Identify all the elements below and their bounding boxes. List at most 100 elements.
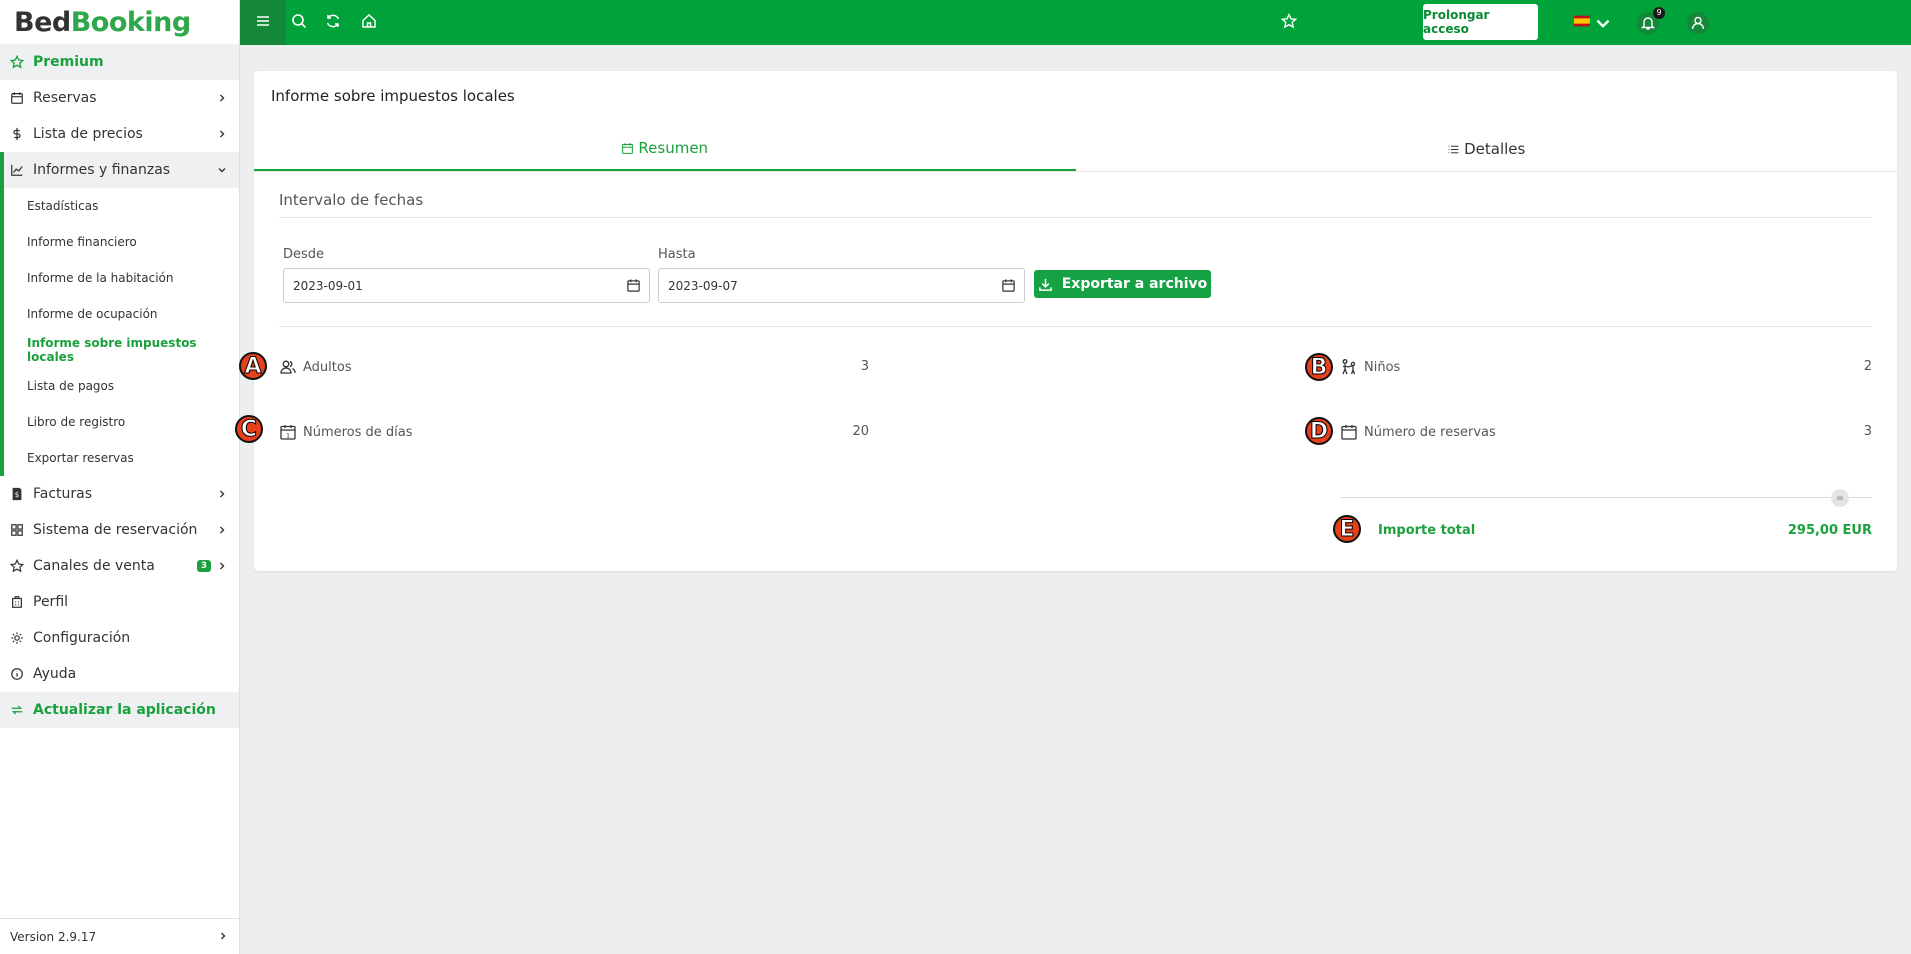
hamburger-icon: [255, 13, 271, 33]
sidebar-item-premium[interactable]: Premium: [0, 44, 239, 80]
sidebar-item-canales-venta[interactable]: Canales de venta 3: [0, 548, 239, 584]
to-label: Hasta: [658, 247, 696, 262]
marker-a: A: [239, 352, 267, 380]
from-date-field[interactable]: 2023-09-01: [283, 268, 650, 303]
total-amount-label: Importe total: [1378, 523, 1476, 538]
chevron-right-icon: [218, 930, 228, 944]
chevron-right-icon: [217, 489, 227, 499]
sidebar-item-informes[interactable]: Informes y finanzas: [0, 152, 239, 188]
dollar-icon: [9, 126, 25, 142]
chevron-right-icon: [217, 93, 227, 103]
chevron-down-icon: [1595, 15, 1611, 31]
divider: [279, 326, 1872, 327]
refresh-button[interactable]: [320, 0, 346, 45]
sidebar-subitem-exportar-reservas[interactable]: Exportar reservas: [0, 440, 239, 476]
calendar-icon[interactable]: [1001, 278, 1016, 293]
download-icon: [1038, 277, 1062, 292]
report-card: Informe sobre impuestos locales Resumen …: [254, 71, 1897, 571]
sidebar-subitem-informe-habitacion[interactable]: Informe de la habitación: [0, 260, 239, 296]
sidebar-item-facturas[interactable]: $ Facturas: [0, 476, 239, 512]
version-bar[interactable]: Version 2.9.17: [0, 918, 240, 954]
home-button[interactable]: [356, 0, 382, 45]
stat-children: Niños: [1340, 357, 1400, 377]
svg-text:1: 1: [286, 433, 290, 440]
equals-icon: =: [1831, 489, 1849, 507]
list-icon: [1447, 143, 1460, 156]
search-button[interactable]: [286, 0, 312, 45]
sidebar-item-sistema-reservacion[interactable]: Sistema de reservación: [0, 512, 239, 548]
marker-b: B: [1305, 353, 1333, 381]
stat-children-value: 2: [1863, 359, 1872, 374]
sidebar-item-reservas[interactable]: Reservas: [0, 80, 239, 116]
home-icon: [361, 13, 377, 33]
export-to-file-button[interactable]: Exportar a archivo: [1034, 270, 1211, 298]
calendar-day-icon: 1: [279, 423, 297, 441]
menu-toggle-button[interactable]: [240, 0, 286, 45]
stat-adults: Adultos: [279, 357, 352, 377]
to-date-field[interactable]: 2023-09-07: [658, 268, 1025, 303]
invoice-icon: $: [9, 486, 25, 502]
channels-count-badge: 3: [196, 560, 211, 572]
user-menu-button[interactable]: [1685, 0, 1711, 45]
bell-icon: 9: [1637, 6, 1665, 34]
refresh-icon: [325, 13, 341, 33]
report-tabs: Resumen Detalles: [254, 127, 1897, 172]
stat-adults-value: 3: [860, 359, 869, 374]
chart-icon: [9, 162, 25, 178]
sidebar-subitem-informe-financiero[interactable]: Informe financiero: [0, 224, 239, 260]
top-bar: Prolongar acceso 9: [240, 0, 1911, 45]
info-icon: [9, 666, 25, 682]
stat-days-value: 20: [852, 424, 869, 439]
notification-count-badge: 9: [1653, 6, 1665, 19]
notifications-button[interactable]: 9: [1635, 0, 1665, 45]
favorite-button[interactable]: [1276, 0, 1302, 45]
calendar-icon[interactable]: [626, 278, 641, 293]
sidebar-subitem-libro-registro[interactable]: Libro de registro: [0, 404, 239, 440]
star-icon: [1280, 12, 1298, 33]
prolong-access-button[interactable]: Prolongar acceso: [1423, 4, 1538, 40]
building-icon: [9, 594, 25, 610]
search-icon: [291, 13, 307, 33]
star-icon: [9, 558, 25, 574]
gear-icon: [9, 630, 25, 646]
language-selector[interactable]: [1572, 0, 1612, 45]
sidebar-item-perfil[interactable]: Perfil: [0, 584, 239, 620]
children-icon: [1340, 358, 1358, 376]
chevron-down-icon: [217, 165, 227, 175]
tab-detalles[interactable]: Detalles: [1076, 127, 1898, 171]
spain-flag-icon: [1573, 13, 1590, 33]
calendar-icon: [9, 90, 25, 106]
stat-bookings-value: 3: [1863, 424, 1872, 439]
sidebar-subitem-impuestos-locales[interactable]: Informe sobre impuestos locales: [0, 332, 239, 368]
divider: [279, 217, 1872, 218]
calendar-icon: [621, 142, 634, 155]
sidebar-subitem-estadisticas[interactable]: Estadísticas: [0, 188, 239, 224]
sidebar-item-lista-de-precios[interactable]: Lista de precios: [0, 116, 239, 152]
marker-d: D: [1305, 417, 1333, 445]
divider: [1340, 497, 1872, 498]
sidebar: Bed Booking Premium Reservas Lista de pre…: [0, 0, 240, 954]
sidebar-item-ayuda[interactable]: Ayuda: [0, 656, 239, 692]
date-range-section-title: Intervalo de fechas: [279, 191, 424, 209]
svg-text:$: $: [15, 491, 19, 499]
sidebar-subitem-informe-ocupacion[interactable]: Informe de ocupación: [0, 296, 239, 332]
star-icon: [9, 54, 25, 70]
user-icon: [1687, 11, 1709, 34]
from-label: Desde: [283, 247, 325, 262]
chevron-right-icon: [217, 561, 227, 571]
stat-bookings: Número de reservas: [1340, 422, 1496, 442]
marker-e: E: [1333, 515, 1361, 543]
sidebar-item-actualizar[interactable]: Actualizar la aplicación: [0, 692, 239, 728]
calendar-icon: [1340, 423, 1358, 441]
stat-days: 1 Números de días: [279, 422, 413, 442]
total-amount-value: 295,00 EUR: [1787, 523, 1872, 538]
sidebar-sublist: Estadísticas Informe financiero Informe …: [0, 188, 239, 476]
users-icon: [279, 358, 297, 376]
chevron-right-icon: [217, 129, 227, 139]
sidebar-subitem-lista-pagos[interactable]: Lista de pagos: [0, 368, 239, 404]
grid-icon: [9, 522, 25, 538]
logo[interactable]: Bed Booking: [0, 0, 239, 44]
marker-c: C: [235, 415, 263, 443]
tab-resumen[interactable]: Resumen: [254, 127, 1076, 171]
sidebar-item-configuracion[interactable]: Configuración: [0, 620, 239, 656]
